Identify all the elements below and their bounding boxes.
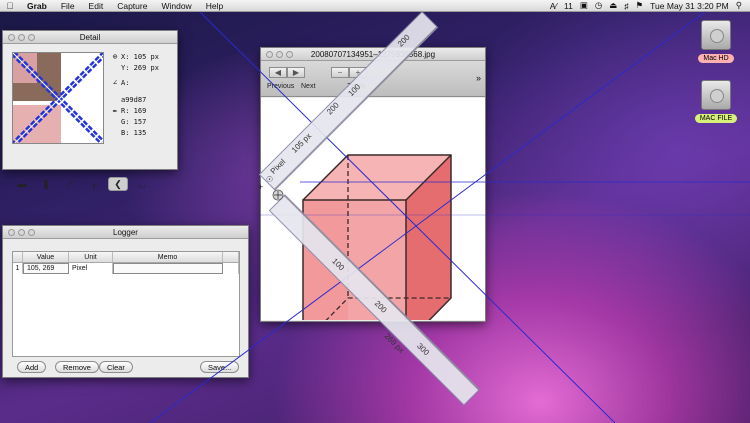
save-button[interactable]: Save... <box>200 361 240 373</box>
window-title: Detail <box>79 32 101 42</box>
vertical-ruler-icon[interactable]: ❚ <box>36 177 56 191</box>
next-button[interactable]: ▶ <box>287 67 305 78</box>
window-controls <box>266 51 293 58</box>
ruler-tick-label: 300 <box>415 341 431 357</box>
cube-image <box>302 154 452 320</box>
column-header-value[interactable]: Value <box>23 252 69 262</box>
flag-icon[interactable]: ⚑ <box>636 0 644 11</box>
image-titlebar[interactable]: 20080707134951–1275939568.jpg <box>261 48 485 61</box>
menu-help[interactable]: Help <box>199 1 230 11</box>
zoom-button[interactable] <box>28 229 35 236</box>
logger-titlebar[interactable]: Logger <box>3 226 248 239</box>
window-title: Logger <box>113 227 138 237</box>
apple-icon[interactable]:  <box>0 1 20 11</box>
menubar-status: A⁄ 11 ▣ ◷ ⏏ ♯ ⚑ Tue May 31 3:20 PM ⚲ <box>550 0 750 11</box>
menu-edit[interactable]: Edit <box>82 1 111 11</box>
desktop-disk-mac-file[interactable]: MAC FILE <box>693 80 739 123</box>
image-toolbar: ◀ ▶ − + Previous Next Zoom » <box>261 61 485 97</box>
clear-button[interactable]: Clear <box>99 361 133 373</box>
zoom-label: Zoom <box>347 83 365 90</box>
detail-window: Detail ⊕ X: 105 px Y: 269 px ∠ A: a99d87 ✒… <box>2 30 179 191</box>
menu-file[interactable]: File <box>54 1 82 11</box>
diagonal-ruler-icon[interactable]: ⟋ <box>60 177 80 191</box>
column-header-unit[interactable]: Unit <box>69 252 113 262</box>
next-label: Next <box>301 83 316 90</box>
red-readout: R: 169 <box>121 106 147 115</box>
close-button[interactable] <box>266 51 273 58</box>
column-header-memo[interactable]: Memo <box>113 252 223 262</box>
table-header: Value Unit Memo <box>13 252 239 263</box>
image-content <box>261 98 485 320</box>
window-controls <box>8 34 35 41</box>
eject-icon[interactable]: ⏏ <box>609 0 617 11</box>
horizontal-ruler-icon[interactable]: ▬ <box>12 177 32 191</box>
adobe-count: 11 <box>563 0 573 11</box>
minimize-button[interactable] <box>18 229 25 236</box>
ruler-tools: ▬ ❚ ⟋ ┌ ❮ ◡ <box>12 177 152 191</box>
disk-label: MAC FILE <box>694 114 738 123</box>
hard-drive-icon <box>701 20 731 50</box>
zoom-button[interactable] <box>28 34 35 41</box>
detail-readout: ⊕ X: 105 px Y: 269 px ∠ A: a99d87 ✒ R: 169 … <box>109 51 179 138</box>
zoom-out-button[interactable]: − <box>331 67 349 78</box>
spaces-icon[interactable]: ▣ <box>580 0 588 11</box>
detail-titlebar[interactable]: Detail <box>3 31 177 44</box>
green-readout: G: 157 <box>121 117 147 126</box>
corner-ruler-icon[interactable]: ┌ <box>84 177 104 191</box>
zoom-button[interactable] <box>286 51 293 58</box>
add-button[interactable]: Add <box>17 361 47 373</box>
zoom-in-button[interactable]: + <box>349 67 367 78</box>
y-readout: Y: 269 px <box>121 63 159 72</box>
angle-readout: A: <box>121 78 130 87</box>
menu-app-name[interactable]: Grab <box>20 1 54 11</box>
spotlight-icon[interactable]: ⚲ <box>736 0 742 11</box>
desktop-disk-mac-hd[interactable]: Mac HD <box>693 20 739 63</box>
protractor-icon[interactable]: ◡ <box>132 177 152 191</box>
menu-capture[interactable]: Capture <box>110 1 154 11</box>
zoom-group: − + <box>331 67 367 78</box>
time-machine-icon[interactable]: ◷ <box>595 0 602 11</box>
eyedropper-icon: ✒ <box>112 106 118 115</box>
window-title: 20080707134951–1275939568.jpg <box>310 49 436 59</box>
hard-drive-icon <box>701 80 731 110</box>
disk-label: Mac HD <box>698 54 734 63</box>
ruler-length-readout: 269 px <box>383 331 406 354</box>
logger-table[interactable]: Value Unit Memo 1 105, 269 Pixel <box>12 251 240 357</box>
close-button[interactable] <box>8 229 15 236</box>
previous-label: Previous <box>267 83 295 90</box>
row-index: 1 <box>13 263 23 274</box>
table-row[interactable]: 1 105, 269 Pixel <box>13 263 239 274</box>
window-controls <box>8 229 35 236</box>
menu-window[interactable]: Window <box>154 1 198 11</box>
adobe-icon[interactable]: A⁄ <box>550 1 557 11</box>
magnifier-crosshair <box>13 53 103 143</box>
position-icon: ⊕ <box>112 52 118 61</box>
remove-button[interactable]: Remove <box>55 361 99 373</box>
close-button[interactable] <box>8 34 15 41</box>
toolbar-overflow-icon[interactable]: » <box>476 73 481 83</box>
angle-ruler-icon[interactable]: ❮ <box>108 177 128 191</box>
x-readout: X: 105 px <box>121 52 159 61</box>
angle-icon: ∠ <box>112 78 118 87</box>
minimize-button[interactable] <box>18 34 25 41</box>
hex-readout: a99d87 <box>121 95 147 104</box>
volume-icon[interactable]: ♯ <box>624 1 628 11</box>
menu-bar:  Grab File Edit Capture Window Help A⁄ … <box>0 0 750 12</box>
clock[interactable]: Tue May 31 3:20 PM <box>650 1 729 11</box>
memo-cell[interactable] <box>113 263 223 274</box>
unit-cell[interactable]: Pixel <box>69 263 113 274</box>
magnifier-view <box>12 52 104 144</box>
blue-readout: B: 135 <box>121 128 147 137</box>
image-window: 20080707134951–1275939568.jpg ◀ ▶ − + Pr… <box>260 47 486 322</box>
value-cell[interactable]: 105, 269 <box>23 263 69 274</box>
logger-window: Logger Value Unit Memo 1 105, 269 Pixel … <box>2 225 249 378</box>
minimize-button[interactable] <box>276 51 283 58</box>
previous-button[interactable]: ◀ <box>269 67 287 78</box>
previous-next-group: ◀ ▶ <box>269 67 305 78</box>
